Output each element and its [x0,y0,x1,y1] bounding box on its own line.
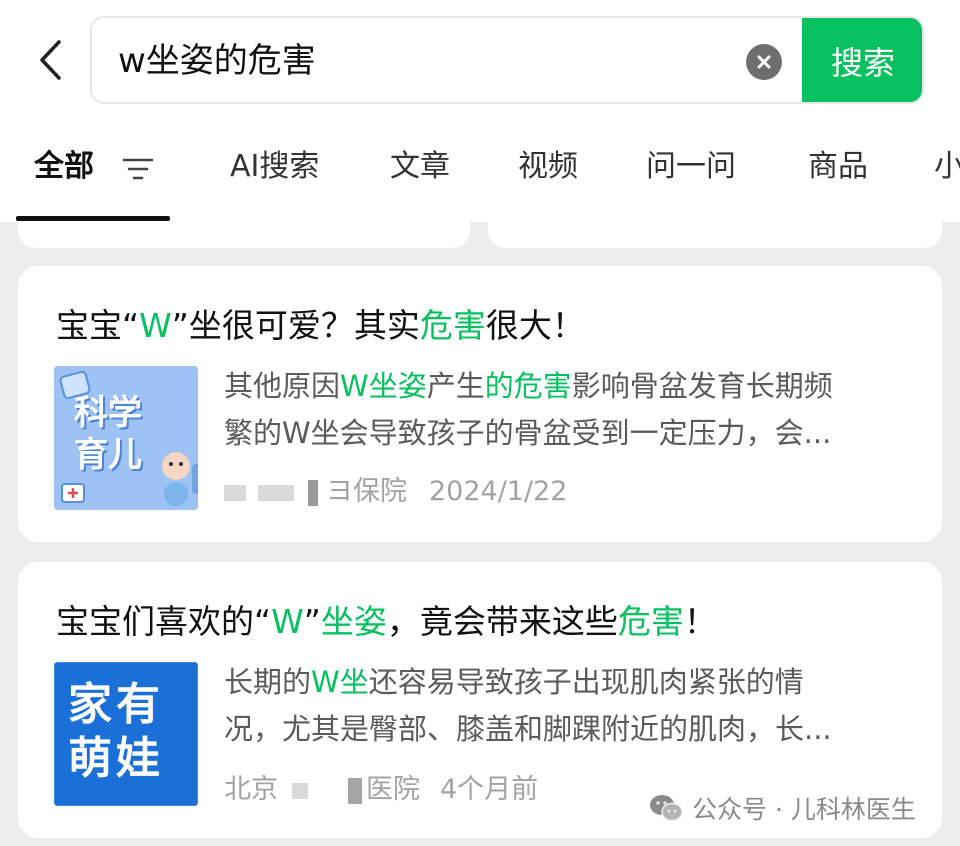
result-date: 4个月前 [440,774,539,805]
result-meta: 北京 医院 4个月前 [224,772,538,808]
snippet-highlight: W坐 [311,665,369,699]
tab-all[interactable]: 全部 [34,146,94,188]
result-source[interactable]: ヨ保院 [326,476,407,507]
tab-videos[interactable]: 视频 [518,146,578,188]
snippet-highlight: 的危害 [484,369,572,403]
thumbnail-label-line: 科学 [74,393,142,433]
title-highlight: W [271,602,304,641]
chevron-left-icon [40,40,61,80]
snippet-line: 其他原因W坐姿产生的危害影响骨盆发育长期频 [224,363,914,410]
result-thumbnail[interactable]: 科学 育儿 [54,366,198,510]
snippet-text: 影响骨盆发育长期频 [571,369,833,403]
snippet-line: 长期的W坐还容易导致孩子出现肌肉紧张的情 [224,659,914,706]
result-source[interactable]: 医院 [366,774,420,805]
result-date: 2024/1/22 [429,476,568,507]
title-text: ，竟会带来这些 [386,602,618,641]
title-text: 宝宝们喜欢的“ [56,602,272,641]
title-text: ” [303,602,321,641]
thumbnail-label-line: 萌娃 [68,733,164,784]
snippet-line: 况，尤其是臀部、膝盖和脚踝附近的肌肉，长... [224,712,832,746]
active-tab-indicator [16,216,170,221]
result-thumbnail[interactable]: 家有 萌娃 [54,662,198,806]
redacted-block [308,479,318,506]
title-highlight: 危害 [419,306,486,345]
tab-ai-search[interactable]: AI搜索 [230,146,319,188]
tab-products[interactable]: 商品 [808,146,868,188]
previous-card-left[interactable] [18,222,470,248]
tab-more[interactable]: 小 [934,146,960,188]
thumbnail-label-line: 育儿 [74,435,142,475]
search-input[interactable]: w坐姿的危害 [118,38,316,84]
redacted-block [258,484,294,501]
thumbnail-label-line: 家有 [68,679,164,730]
snippet-text: 其他原因 [224,369,341,403]
snippet-text: 产生 [426,369,485,403]
snippet-text: 长期的 [224,665,312,699]
result-title[interactable]: 宝宝们喜欢的“W”坐姿，竟会带来这些危害！ [56,600,717,644]
thumbnail-label: 科学 育儿 [74,392,142,476]
snippet-text: 还容易导致孩子出现肌肉紧张的情 [368,665,804,699]
result-snippet: 其他原因W坐姿产生的危害影响骨盆发育长期频 繁的W坐会导致孩子的骨盆受到一定压力… [224,363,914,457]
title-highlight: W [139,306,172,345]
result-meta: ヨ保院 2024/1/22 [224,474,567,510]
snippet-line: 繁的W坐会导致孩子的骨盆受到一定压力，会... [224,416,832,450]
previous-card-right[interactable] [488,222,942,248]
wechat-icon [650,795,683,822]
tab-articles[interactable]: 文章 [390,146,450,188]
search-button[interactable]: 搜索 [802,18,922,102]
watermark-text: 公众号 · 儿科林医生 [692,795,916,824]
title-text: 很大！ [485,306,585,345]
result-title[interactable]: 宝宝“W”坐很可爱？其实危害很大！ [56,304,585,348]
title-highlight: 危害 [617,602,684,641]
redacted-block [348,777,362,804]
filter-icon[interactable] [120,155,156,183]
title-highlight: 坐姿 [320,602,387,641]
close-icon [757,55,771,69]
back-button[interactable] [30,38,70,82]
result-snippet: 长期的W坐还容易导致孩子出现肌肉紧张的情 况，尤其是臀部、膝盖和脚踝附近的肌肉，… [224,659,914,753]
result-card[interactable]: 宝宝“W”坐很可爱？其实危害很大！ 科学 育儿 其他原因W坐姿产生的危害影响骨盆… [18,266,942,542]
search-bar: w坐姿的危害 搜索 [90,16,924,104]
title-text: 宝宝“ [56,306,140,345]
title-text: ！ [683,602,717,641]
result-source-prefix: 北京 [224,774,278,805]
tab-ask[interactable]: 问一问 [646,146,736,188]
title-text: ”坐很可爱？其实 [171,306,420,345]
redacted-block [224,484,246,501]
thumbnail-label: 家有 萌娃 [68,678,164,786]
top-bar: w坐姿的危害 搜索 全部 AI搜索 文章 视频 问一问 商品 小 [0,0,960,222]
redacted-block [292,782,308,799]
snippet-highlight: W坐姿 [340,369,427,403]
clear-search-button[interactable] [746,44,782,80]
watermark: 公众号 · 儿科林医生 [648,790,916,826]
